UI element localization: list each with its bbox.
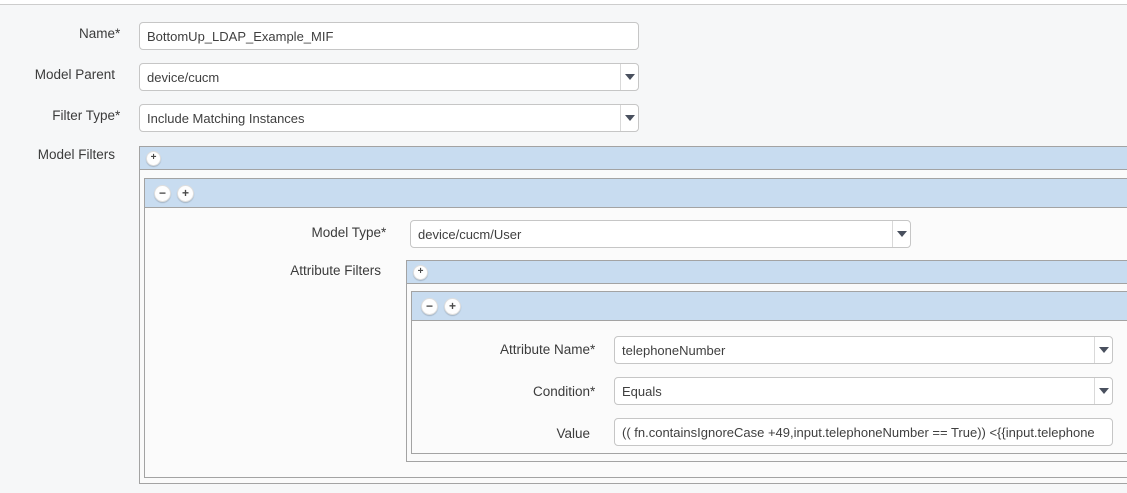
model-type-dropdown-button[interactable]	[892, 221, 910, 247]
plus-icon: +	[448, 299, 456, 313]
plus-icon: +	[417, 266, 424, 277]
top-divider	[0, 0, 1127, 5]
model-instance-filter-form: { "colors": { "page_bg": "#f6f7f8", "bar…	[0, 0, 1127, 493]
condition-dropdown-button[interactable]	[1094, 378, 1112, 404]
attribute-filter-item-panel: − + Attribute Name* Condition* Value	[411, 291, 1127, 454]
plus-icon: +	[181, 186, 189, 200]
model-filters-label: Model Filters	[37, 147, 115, 162]
value-label: Value	[556, 426, 590, 441]
filter-type-label: Filter Type*	[52, 108, 121, 123]
chevron-down-icon	[624, 115, 635, 121]
chevron-down-icon	[624, 74, 635, 80]
model-parent-dropdown-button[interactable]	[620, 64, 638, 90]
minus-icon: −	[425, 299, 433, 313]
chevron-down-icon	[1098, 347, 1109, 353]
attribute-name-dropdown-button[interactable]	[1094, 337, 1112, 363]
model-parent-field	[139, 63, 639, 91]
model-parent-label: Model Parent	[34, 67, 115, 82]
condition-label: Condition*	[532, 384, 596, 399]
name-label: Name*	[78, 26, 121, 41]
filter-type-field	[139, 104, 639, 132]
value-input[interactable]	[615, 419, 1112, 445]
chevron-down-icon	[1098, 388, 1109, 394]
add-model-filter-item-button[interactable]: +	[177, 184, 194, 202]
attribute-filter-item-bar: − +	[412, 292, 1127, 321]
model-filter-item-panel: − + Model Type* Attribute Filters + − + …	[144, 178, 1127, 478]
add-attribute-filter-button[interactable]: +	[413, 264, 428, 280]
attribute-filters-label: Attribute Filters	[290, 263, 381, 278]
condition-input[interactable]	[615, 378, 1094, 404]
condition-field	[614, 377, 1113, 405]
minus-icon: −	[158, 186, 166, 200]
name-field	[139, 22, 639, 50]
name-input[interactable]	[140, 23, 638, 49]
attribute-filters-add-bar: +	[407, 261, 1127, 284]
plus-icon: +	[150, 152, 157, 163]
model-parent-input[interactable]	[140, 64, 620, 90]
attribute-name-label: Attribute Name*	[499, 342, 596, 357]
remove-attribute-filter-button[interactable]: −	[421, 297, 438, 315]
attribute-name-field	[614, 336, 1113, 364]
attribute-name-input[interactable]	[615, 337, 1094, 363]
add-attribute-filter-item-button[interactable]: +	[444, 297, 461, 315]
model-filters-array: + − + Model Type* Attribute Filters + − …	[139, 146, 1127, 484]
model-filters-add-bar: +	[140, 147, 1127, 170]
model-type-input[interactable]	[411, 221, 892, 247]
chevron-down-icon	[896, 231, 907, 237]
filter-type-dropdown-button[interactable]	[620, 105, 638, 131]
model-filter-item-bar: − +	[145, 179, 1127, 208]
model-type-label: Model Type*	[311, 225, 387, 240]
attribute-filters-array: + − + Attribute Name* Condition*	[406, 260, 1127, 462]
remove-model-filter-button[interactable]: −	[154, 184, 171, 202]
filter-type-input[interactable]	[140, 105, 620, 131]
add-model-filter-button[interactable]: +	[146, 150, 161, 166]
model-type-field	[410, 220, 911, 248]
value-field	[614, 418, 1113, 446]
